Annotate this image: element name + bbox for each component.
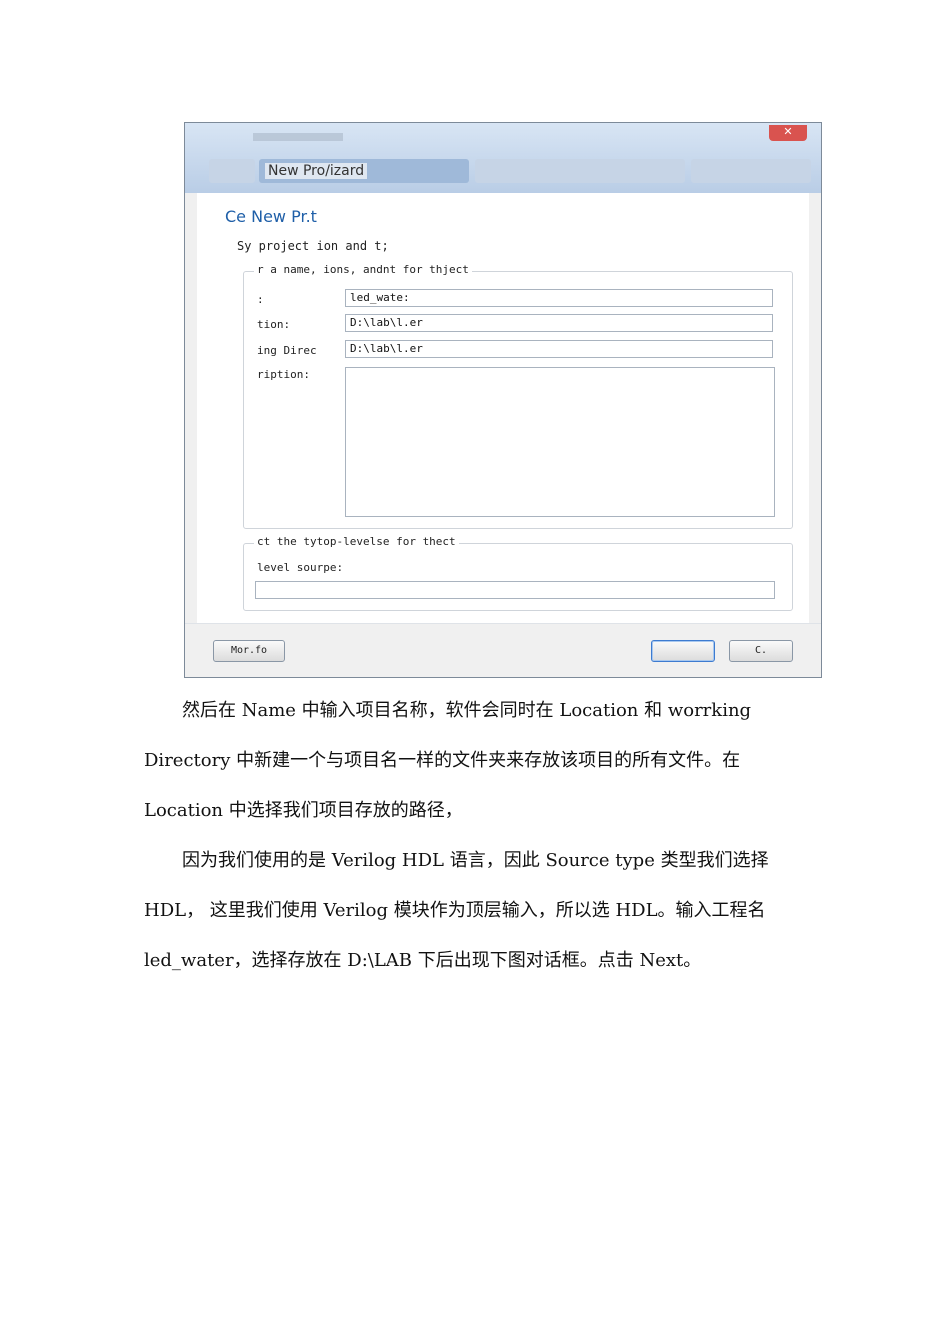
window-controls-ghost: [253, 133, 343, 141]
body-line-5: HDL， 这里我们使用 Verilog 模块作为顶层输入，所以选 HDL。输入工…: [144, 900, 766, 921]
body-line-1: 然后在 Name 中输入项目名称，软件会同时在 Location 和 worrk…: [182, 700, 752, 721]
body-line-4: 因为我们使用的是 Verilog HDL 语言，因此 Source type 类…: [182, 850, 769, 871]
body-line-6: led_water，选择存放在 D:\LAB 下后出现下图对话框。点击 Next…: [144, 950, 702, 971]
page-title: Ce New Pr.t: [225, 207, 317, 226]
group-legend: ct the tytop-levelse for thect: [254, 535, 459, 548]
cancel-button[interactable]: C.: [729, 640, 793, 662]
wizard-footer: Mor.fo C.: [185, 623, 821, 677]
breadcrumb-step: [691, 159, 811, 183]
new-project-wizard-dialog: ✕ New Pro/izard Ce New Pr.t Sy project i…: [184, 122, 822, 678]
more-info-button[interactable]: Mor.fo: [213, 640, 285, 662]
close-icon[interactable]: ✕: [769, 125, 807, 141]
top-level-source-group: ct the tytop-levelse for thect: [243, 535, 793, 611]
working-directory-label: ing Direc: [257, 344, 317, 357]
breadcrumb-step: [475, 159, 685, 183]
breadcrumb-step: [209, 159, 255, 183]
top-level-source-select[interactable]: [255, 581, 775, 599]
top-level-source-label: level sourpe:: [257, 561, 344, 574]
page-subtitle: Sy project ion and t;: [237, 239, 389, 253]
body-line-2: Directory 中新建一个与项目名一样的文件夹来存放该项目的所有文件。在: [144, 750, 741, 771]
title-bar: ✕: [185, 123, 821, 193]
group-legend: r a name, ions, andnt for thject: [254, 263, 472, 276]
name-field[interactable]: led_wate:: [345, 289, 773, 307]
working-directory-field[interactable]: D:\lab\l.er: [345, 340, 773, 358]
body-line-3: Location 中选择我们项目存放的路径，: [144, 800, 463, 821]
next-button[interactable]: [651, 640, 715, 662]
name-label: :: [257, 293, 264, 306]
location-label: tion:: [257, 318, 291, 331]
description-textarea[interactable]: [345, 367, 775, 517]
location-field[interactable]: D:\lab\l.er: [345, 314, 773, 332]
description-label: ription:: [257, 368, 310, 381]
breadcrumb-label: New Pro/izard: [265, 163, 368, 179]
